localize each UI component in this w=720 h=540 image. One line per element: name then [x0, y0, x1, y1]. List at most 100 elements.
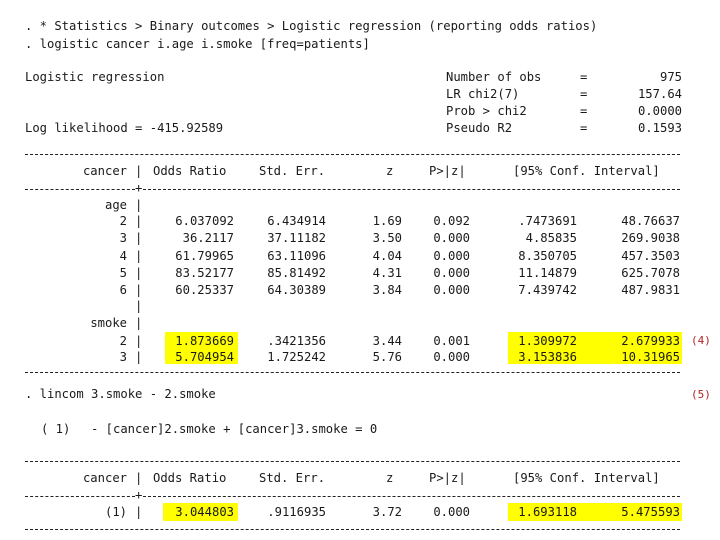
table2-rule-bottom: [25, 529, 680, 530]
column-separator: |: [135, 299, 143, 313]
table-rule-header-right: [143, 189, 680, 190]
column-separator: |: [135, 471, 143, 485]
command-logistic: . logistic cancer i.age i.smoke [freq=pa…: [25, 37, 370, 51]
constraint-equation: - [cancer]2.smoke + [cancer]3.smoke = 0: [91, 422, 378, 436]
cell-z: 3.44: [372, 334, 402, 348]
stat-label: Number of obs: [446, 70, 542, 84]
row-label: 3: [119, 231, 127, 246]
table-rule-header-left: [25, 189, 135, 190]
cell-odds-ratio: 3.044803: [175, 505, 234, 519]
header-std-err: Std. Err.: [259, 471, 326, 485]
cell-z: 1.69: [372, 214, 402, 228]
cell-ci-lower: .7473691: [518, 214, 577, 228]
column-separator: |: [135, 265, 143, 280]
table-rule-top: [25, 154, 680, 155]
cell-odds-ratio: 5.704954: [175, 350, 234, 364]
stat-equals: =: [580, 104, 588, 118]
header-odds-ratio: Odds Ratio: [153, 164, 227, 178]
cell-ci-lower: 3.153836: [518, 350, 577, 364]
header-z: z: [386, 471, 394, 485]
cell-z: 5.76: [372, 350, 402, 364]
cell-std-err: 6.434914: [267, 214, 326, 228]
row-label: 4: [119, 248, 127, 263]
cell-z: 4.04: [372, 248, 402, 263]
cell-z: 4.31: [372, 265, 402, 280]
cell-p: 0.000: [433, 505, 470, 519]
column-separator: |: [135, 248, 143, 263]
row-label: 2: [119, 334, 127, 348]
cell-odds-ratio: 36.2117: [182, 231, 234, 246]
cell-odds-ratio: 83.52177: [175, 265, 234, 280]
table-rule-bottom: [25, 372, 680, 373]
command-lincom: . lincom 3.smoke - 2.smoke: [25, 387, 216, 401]
header-p: P>|z|: [429, 164, 466, 178]
depvar-label: cancer: [82, 471, 127, 485]
cell-ci-lower: 8.350705: [518, 248, 577, 263]
cell-z: 3.84: [372, 283, 402, 298]
header-odds-ratio: Odds Ratio: [153, 471, 227, 485]
cell-p: 0.000: [433, 231, 470, 246]
cell-ci-lower: 1.693118: [518, 505, 577, 519]
column-separator: |: [135, 283, 143, 298]
cell-ci-upper: 457.3503: [621, 248, 680, 263]
cell-ci-lower: 1.309972: [518, 334, 577, 348]
cell-z: 3.50: [372, 231, 402, 246]
column-separator-plus: +: [135, 181, 143, 195]
stat-value: 157.64: [637, 87, 682, 101]
stat-value: 0.1593: [637, 121, 682, 135]
column-separator: |: [135, 198, 143, 212]
cell-ci-upper: 487.9831: [621, 283, 680, 298]
stat-label: Prob > chi2: [446, 104, 527, 118]
header-ci: [95% Conf. Interval]: [513, 164, 660, 178]
stat-value: 975: [659, 70, 682, 84]
cell-std-err: 64.30389: [267, 283, 326, 298]
row-label: 6: [119, 283, 127, 298]
log-likelihood: Log likelihood = -415.92589: [25, 121, 224, 135]
depvar-label: cancer: [82, 164, 127, 178]
cell-ci-lower: 11.14879: [518, 265, 577, 280]
table2-rule-header-left: [25, 496, 135, 497]
cell-odds-ratio: 6.037092: [175, 214, 234, 228]
stat-equals: =: [580, 70, 588, 84]
cell-p: 0.000: [433, 283, 470, 298]
group-label-age: age: [104, 198, 127, 212]
cell-std-err: 63.11096: [267, 248, 326, 263]
stat-equals: =: [580, 121, 588, 135]
cell-p: 0.001: [433, 334, 470, 348]
column-separator: |: [135, 505, 143, 519]
group-label-smoke: smoke: [90, 316, 127, 330]
cell-odds-ratio: 1.873669: [175, 334, 234, 348]
cell-std-err: .3421356: [267, 334, 326, 348]
command-menu-comment: . * Statistics > Binary outcomes > Logis…: [25, 19, 598, 33]
column-separator: |: [135, 350, 143, 364]
cell-ci-upper: 48.76637: [621, 214, 680, 228]
row-label: 5: [119, 265, 127, 280]
cell-p: 0.000: [433, 248, 470, 263]
cell-ci-upper: 10.31965: [621, 350, 680, 364]
stat-label: LR chi2(7): [446, 87, 520, 101]
stat-label: Pseudo R2: [446, 121, 513, 135]
stat-equals: =: [580, 87, 588, 101]
cell-p: 0.000: [433, 350, 470, 364]
cell-odds-ratio: 60.25337: [175, 283, 234, 298]
annotation-4: (4): [691, 334, 711, 347]
cell-p: 0.000: [433, 265, 470, 280]
cell-p: 0.092: [433, 214, 470, 228]
cell-ci-upper: 5.475593: [621, 505, 680, 519]
header-ci: [95% Conf. Interval]: [513, 471, 660, 485]
table2-rule-header-right: [143, 496, 680, 497]
row-label: 2: [119, 214, 127, 228]
annotation-5: (5): [691, 388, 711, 401]
row-label: 3: [119, 350, 127, 364]
header-std-err: Std. Err.: [259, 164, 326, 178]
row-label: (1): [104, 505, 127, 519]
cell-ci-lower: 7.439742: [518, 283, 577, 298]
column-separator: |: [135, 164, 143, 178]
column-separator-plus: +: [135, 488, 143, 502]
cell-ci-upper: 625.7078: [621, 265, 680, 280]
column-separator: |: [135, 231, 143, 246]
header-p: P>|z|: [429, 471, 466, 485]
constraint-id: ( 1): [41, 422, 71, 436]
cell-std-err: 1.725242: [267, 350, 326, 364]
cell-std-err: .9116935: [267, 505, 326, 519]
